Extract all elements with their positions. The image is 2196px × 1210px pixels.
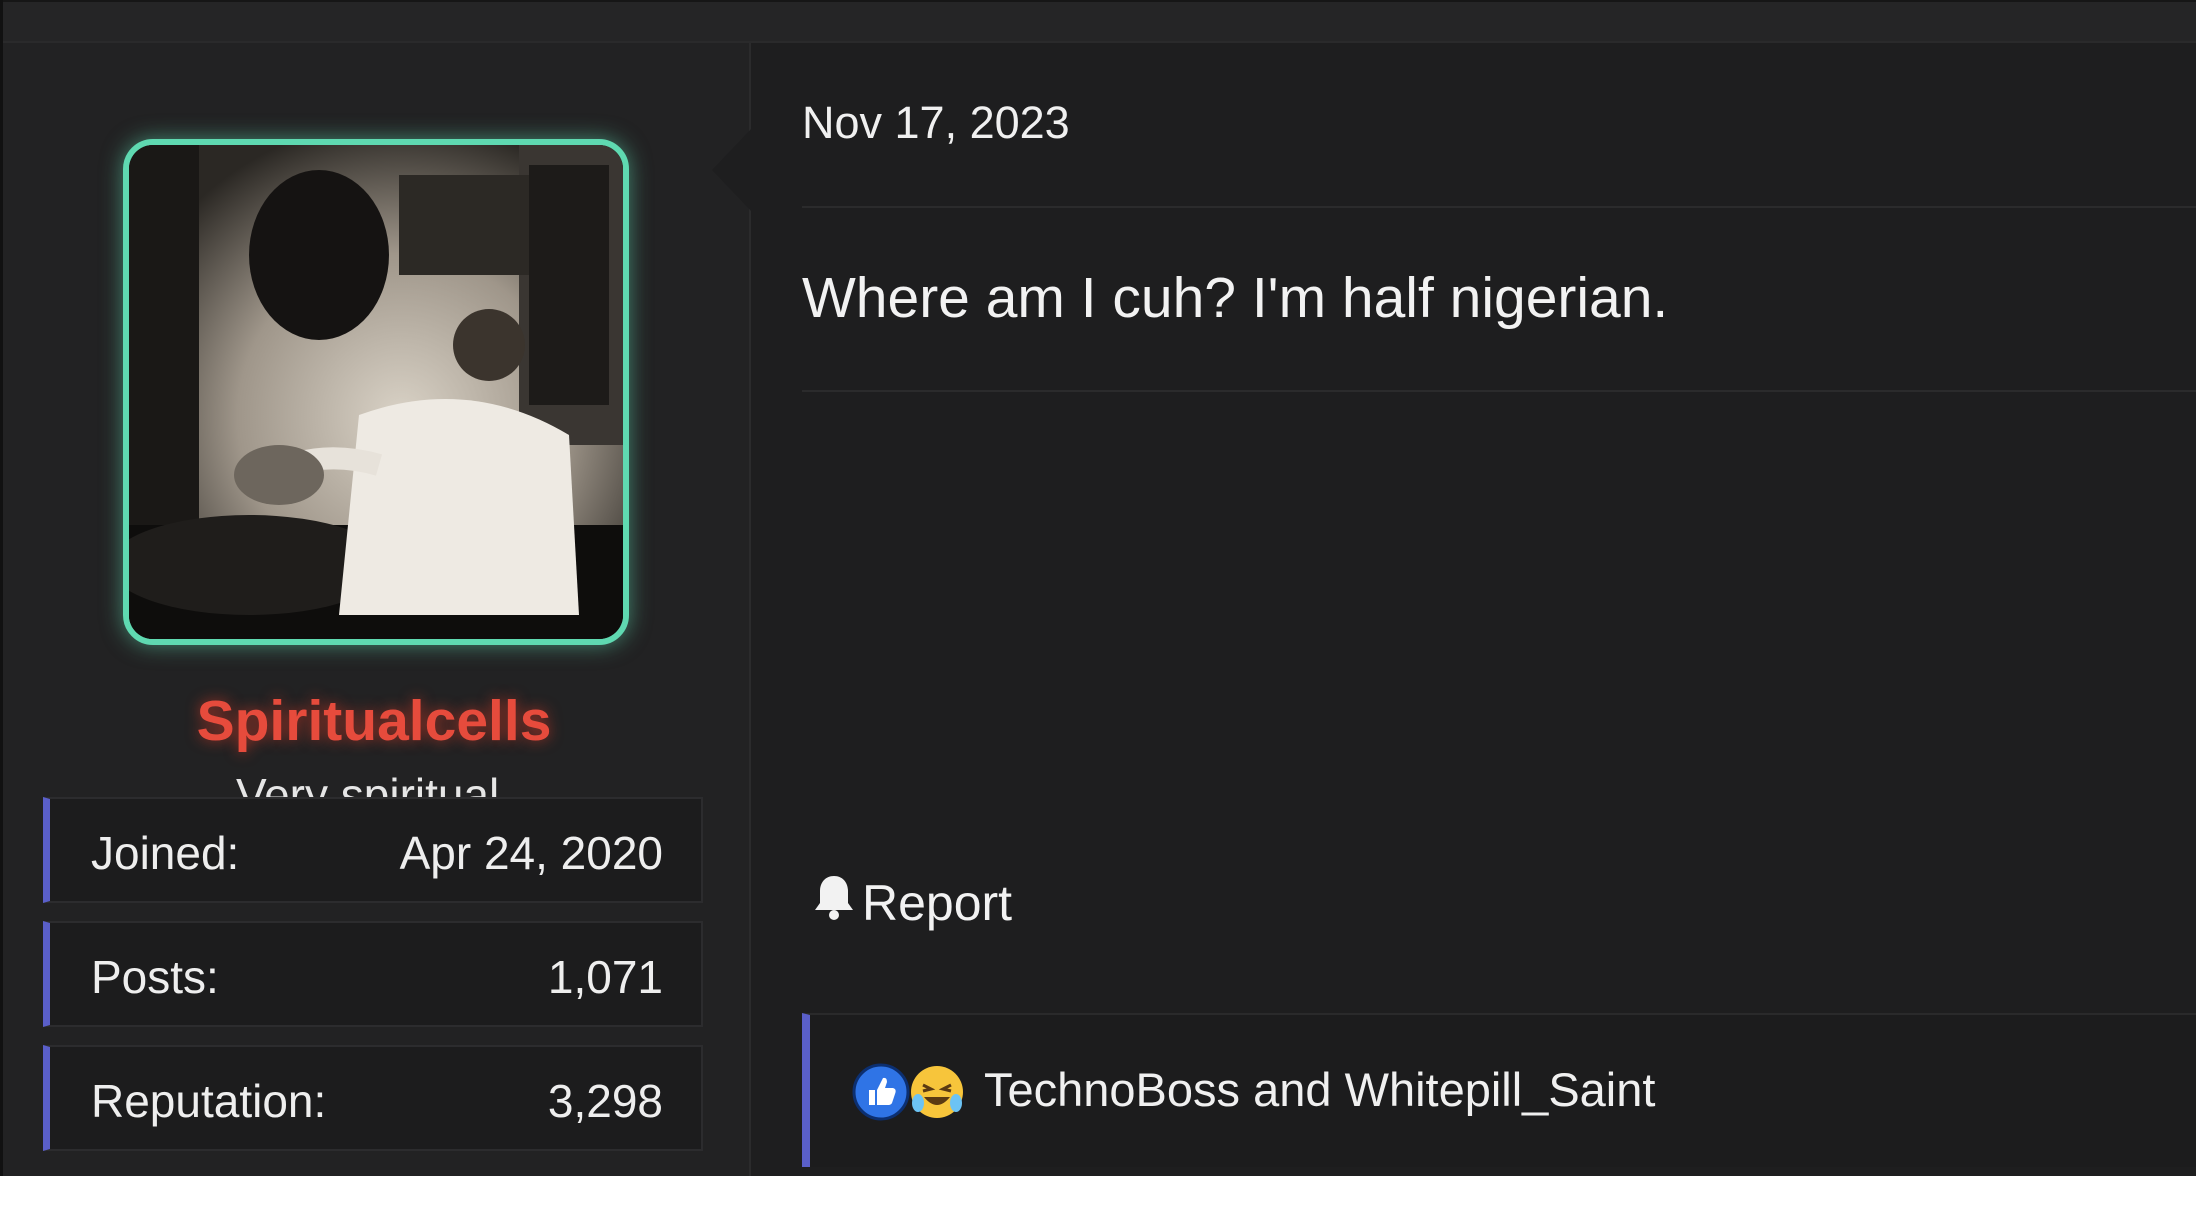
reaction-bar: TechnoBoss and Whitepill_Saint (802, 1013, 2196, 1167)
username[interactable]: Spiritualcells (3, 688, 745, 754)
bell-icon (812, 873, 856, 933)
like-icon[interactable] (852, 1063, 910, 1121)
stat-label: Joined: (91, 827, 240, 879)
stat-label: Posts: (91, 951, 219, 1003)
stat-value: 3,298 (547, 1075, 663, 1127)
avatar-photo-icon (129, 145, 623, 639)
post-message: Where am I cuh? I'm half nigerian. (802, 266, 1669, 330)
report-label: Report (862, 875, 1013, 931)
stat-posts: Posts: 1,071 (43, 921, 703, 1027)
reaction-users[interactable]: TechnoBoss and Whitepill_Saint (984, 1062, 1655, 1117)
stat-value: Apr 24, 2020 (399, 827, 663, 879)
post-pointer-arrow (712, 128, 752, 212)
avatar[interactable] (123, 139, 629, 645)
post-date[interactable]: Nov 17, 2023 (802, 97, 1070, 149)
stat-label: Reputation: (91, 1075, 327, 1127)
stat-joined: Joined: Apr 24, 2020 (43, 797, 703, 903)
reaction-icons (852, 1063, 966, 1121)
top-bar (0, 0, 2196, 43)
laughing-crying-icon[interactable] (908, 1063, 966, 1121)
stat-value: 1,071 (547, 951, 663, 1003)
stat-reputation: Reputation: 3,298 (43, 1045, 703, 1151)
post-container: Spiritualcells Very spiritual. Joined: A… (0, 0, 2196, 1176)
report-button[interactable]: Report (812, 873, 1012, 933)
post-body: Nov 17, 2023 Where am I cuh? I'm half ni… (752, 43, 2196, 1176)
divider (802, 390, 2196, 392)
divider (802, 206, 2196, 208)
user-sidebar: Spiritualcells Very spiritual. Joined: A… (3, 43, 751, 1176)
